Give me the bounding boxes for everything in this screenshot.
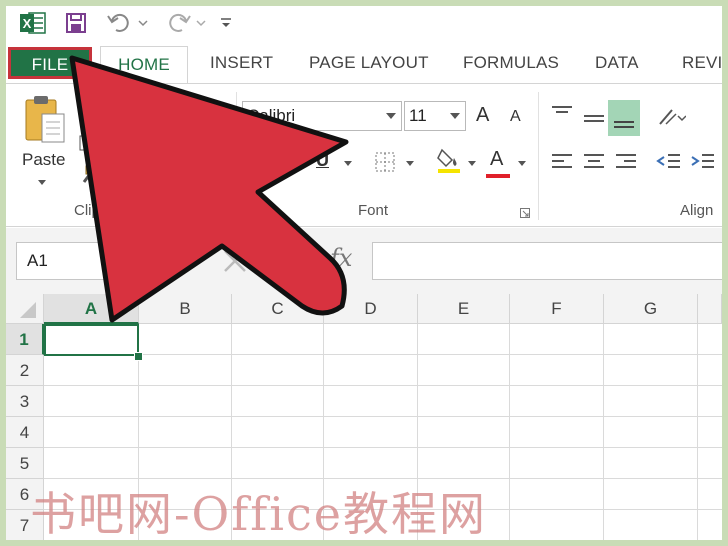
underline-dropdown-icon [344, 161, 352, 166]
underline-button[interactable]: U [316, 150, 329, 171]
alignment-group-label: Align [680, 202, 714, 219]
tab-home[interactable]: HOME [100, 46, 188, 84]
font-color-button[interactable]: A [490, 148, 503, 171]
tab-formulas[interactable]: FORMULAS [463, 42, 559, 84]
save-button[interactable] [64, 10, 88, 36]
undo-button[interactable] [106, 10, 150, 36]
column-header-f[interactable]: F [510, 294, 604, 324]
name-box-value: A1 [27, 251, 48, 270]
row-header-1[interactable]: 1 [6, 324, 44, 355]
redo-button[interactable] [164, 10, 208, 36]
paste-dropdown-icon [38, 180, 46, 185]
font-size-chevron-icon [450, 113, 460, 119]
undo-icon [107, 14, 148, 32]
name-box-chevron-icon [143, 259, 153, 265]
format-painter-label: Fo [106, 166, 126, 185]
row-header-5[interactable]: 5 [6, 448, 44, 479]
select-all-triangle-icon [20, 302, 36, 318]
increase-indent-icon[interactable] [690, 152, 716, 172]
font-size-dropdown[interactable]: 11 [404, 101, 466, 131]
customize-dropdown-icon [221, 18, 231, 27]
group-separator [538, 92, 539, 220]
ribbon-tabs: FILE HOME INSERT PAGE LAYOUT FORMULAS DA… [6, 42, 722, 84]
gridline-horizontal [44, 447, 722, 448]
gridline-horizontal [44, 354, 722, 355]
paste-button[interactable]: Paste [18, 94, 70, 194]
tab-file[interactable]: FILE [8, 47, 92, 79]
excel-logo-letter: X [23, 16, 32, 31]
bottom-align-icon [614, 121, 634, 128]
cancel-icon[interactable] [222, 248, 248, 274]
row-header-4[interactable]: 4 [6, 417, 44, 448]
align-left-icon[interactable] [550, 152, 574, 172]
copy-icon[interactable] [78, 134, 100, 156]
font-group-label: Font [358, 202, 389, 219]
clipboard-group-label: Clipboar [74, 202, 130, 219]
tab-data[interactable]: DATA [595, 42, 639, 84]
home-ribbon: Paste Fo Clipboar Calibri 11 A A U A Fon… [6, 83, 722, 227]
gridline-vertical [603, 324, 604, 540]
align-center-icon[interactable] [582, 152, 606, 172]
name-box[interactable]: A1 [16, 242, 160, 280]
row-header-3[interactable]: 3 [6, 386, 44, 417]
excel-logo-icon: X [20, 10, 46, 36]
paste-icon [25, 96, 65, 143]
fill-color-icon[interactable] [436, 146, 462, 174]
formula-bar: A1 fx [6, 228, 722, 294]
column-header-filler [698, 294, 722, 324]
borders-icon[interactable] [374, 151, 396, 173]
column-header-d[interactable]: D [324, 294, 418, 324]
row-header-2[interactable]: 2 [6, 355, 44, 386]
font-name-value: Calibri [247, 106, 296, 125]
format-painter-icon [82, 165, 101, 183]
column-header-b[interactable]: B [139, 294, 232, 324]
gridline-horizontal [44, 416, 722, 417]
formula-input[interactable] [372, 242, 722, 280]
font-name-chevron-icon [386, 113, 396, 119]
font-color-swatch [486, 174, 510, 178]
quick-access-toolbar: X [6, 6, 722, 40]
font-size-value: 11 [409, 106, 427, 125]
tab-insert[interactable]: INSERT [210, 42, 273, 84]
grow-font-button[interactable]: A [476, 104, 489, 127]
font-name-dropdown[interactable]: Calibri [242, 101, 402, 131]
column-header-g[interactable]: G [604, 294, 698, 324]
select-all-button[interactable] [6, 294, 44, 324]
bottom-align-button[interactable] [608, 100, 640, 136]
formula-bar-dots-icon [176, 250, 182, 272]
fill-color-dropdown-icon [468, 161, 476, 166]
gridline-vertical [509, 324, 510, 540]
column-header-a[interactable]: A [44, 294, 139, 324]
shrink-font-button[interactable]: A [510, 108, 521, 126]
active-cell-a1[interactable] [44, 324, 139, 356]
paste-label: Paste [22, 150, 66, 169]
top-align-icon[interactable] [550, 104, 574, 124]
column-header-c[interactable]: C [232, 294, 324, 324]
save-icon [66, 13, 86, 33]
font-dialog-launcher-icon[interactable] [520, 208, 530, 218]
borders-dropdown-icon [406, 161, 414, 166]
fill-handle[interactable] [134, 352, 143, 361]
middle-align-icon[interactable] [582, 110, 606, 130]
tab-review[interactable]: REVIE [682, 42, 722, 84]
insert-function-button[interactable]: fx [330, 244, 352, 272]
tab-page-layout[interactable]: PAGE LAYOUT [309, 42, 429, 84]
customize-qat-button[interactable] [218, 10, 234, 36]
align-right-icon[interactable] [614, 152, 638, 172]
gridline-vertical [697, 324, 698, 540]
excel-window: X FILE HOME INSERT PAGE LAYOUT FORMULAS … [6, 6, 722, 540]
watermark-text: 书吧网-Office教程网 [30, 487, 488, 541]
decrease-indent-icon[interactable] [656, 152, 682, 172]
gridline-horizontal [44, 385, 722, 386]
cut-icon[interactable] [78, 104, 92, 118]
orientation-icon[interactable] [656, 106, 686, 130]
column-header-e[interactable]: E [418, 294, 510, 324]
format-painter-button[interactable]: Fo [78, 164, 138, 188]
group-separator [236, 92, 237, 220]
redo-icon [169, 14, 206, 32]
font-color-dropdown-icon [518, 161, 526, 166]
